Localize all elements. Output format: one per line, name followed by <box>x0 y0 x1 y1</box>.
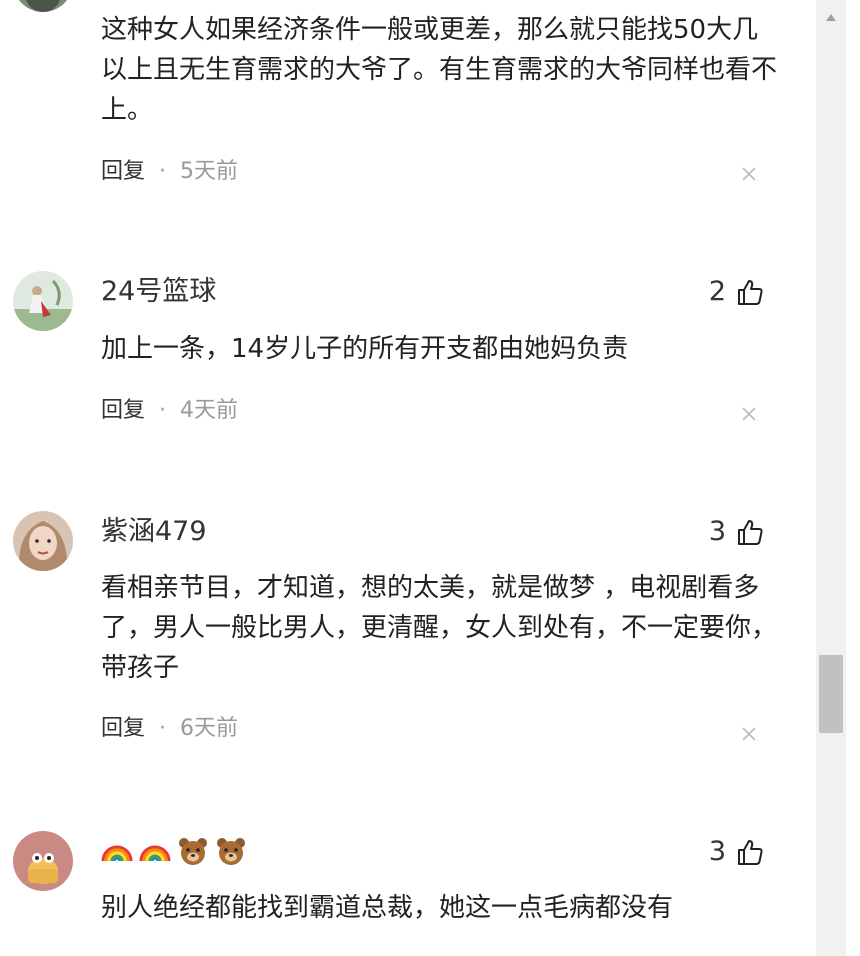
scrollbar-thumb[interactable] <box>819 655 843 733</box>
reply-button[interactable]: 回复 <box>101 715 145 743</box>
thumbs-up-icon[interactable] <box>736 518 764 546</box>
like-control[interactable]: 2 <box>709 277 764 307</box>
close-icon[interactable] <box>741 166 757 182</box>
scroll-up-arrow-icon[interactable] <box>816 0 846 34</box>
close-icon[interactable] <box>741 406 757 422</box>
username[interactable] <box>101 835 247 867</box>
comment-meta: 回复 · 5天前 <box>101 158 238 186</box>
comment-text: 别人绝经都能找到霸道总裁，她这一点毛病都没有 <box>101 893 674 923</box>
like-count: 3 <box>708 836 726 867</box>
comment-text: 这种女人如果经济条件一般或更差，那么就只能找50大几以上且无生育需求的大爷了。有… <box>101 15 778 125</box>
comments-page: 这种女人如果经济条件一般或更差，那么就只能找50大几以上且无生育需求的大爷了。有… <box>0 0 860 956</box>
comment-meta: 回复 · 6天前 <box>101 715 238 743</box>
meta-separator: · <box>159 398 167 423</box>
like-count: 2 <box>708 276 726 307</box>
avatar[interactable] <box>13 511 73 571</box>
vertical-scrollbar[interactable] <box>816 0 846 956</box>
meta-separator: · <box>159 159 167 184</box>
username[interactable]: 24号篮球 <box>101 276 216 308</box>
rainbow-icon <box>139 845 171 862</box>
comment-text: 加上一条，14岁儿子的所有开支都由她妈负责 <box>101 334 629 364</box>
comment-time: 5天前 <box>180 159 239 184</box>
rainbow-icon <box>101 845 133 862</box>
bear-face-icon <box>179 838 207 865</box>
thumbs-up-icon[interactable] <box>736 838 764 866</box>
bear-face-icon <box>217 838 245 865</box>
close-icon[interactable] <box>741 726 757 742</box>
like-control[interactable]: 3 <box>709 837 764 867</box>
comment-meta: 回复 · 4天前 <box>101 397 238 425</box>
avatar[interactable] <box>13 271 73 331</box>
thumbs-up-icon[interactable] <box>736 278 764 306</box>
avatar[interactable] <box>13 0 73 12</box>
window-edge <box>846 0 860 956</box>
reply-button[interactable]: 回复 <box>101 158 145 186</box>
meta-separator: · <box>159 716 167 741</box>
comment-text: 看相亲节目，才知道，想的太美，就是做梦 ，电视剧看多了，男人一般比男人，更清醒，… <box>101 573 778 683</box>
username[interactable]: 紫涵479 <box>101 516 207 548</box>
comment-time: 6天前 <box>180 716 239 741</box>
comment-list: 这种女人如果经济条件一般或更差，那么就只能找50大几以上且无生育需求的大爷了。有… <box>0 0 816 956</box>
reply-button[interactable]: 回复 <box>101 397 145 425</box>
like-control[interactable]: 3 <box>709 517 764 547</box>
avatar[interactable] <box>13 831 73 891</box>
like-count: 3 <box>708 516 726 547</box>
comment-time: 4天前 <box>180 398 239 423</box>
